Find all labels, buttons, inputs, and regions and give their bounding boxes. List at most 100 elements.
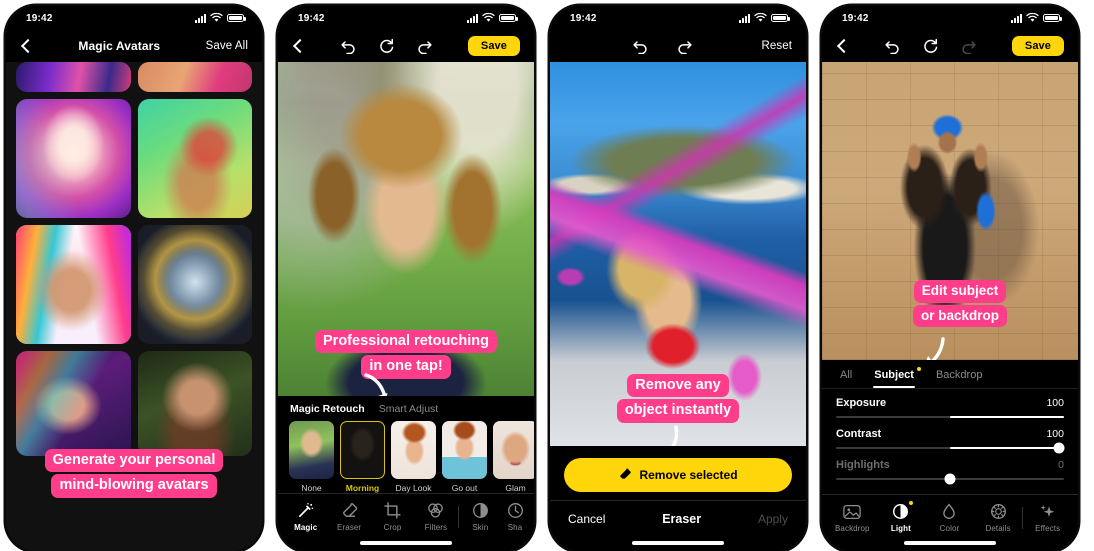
nav-bar-eraser: Reset: [550, 30, 806, 62]
sparkle-icon: [1023, 502, 1072, 521]
preset-morning[interactable]: Morning: [340, 421, 385, 493]
slider-knob[interactable]: [1053, 442, 1065, 454]
cellular-signal-icon: [195, 13, 206, 23]
avatar-tile[interactable]: [137, 225, 252, 344]
undo-icon[interactable]: [337, 35, 359, 57]
avatar-tile[interactable]: [16, 62, 131, 92]
preset-label: Glam: [505, 483, 526, 493]
cellular-signal-icon: [739, 13, 750, 23]
slider-exposure[interactable]: Exposure 100: [836, 397, 1064, 418]
photo-preview-eraser[interactable]: Remove any object instantly: [550, 62, 806, 446]
apply-button[interactable]: Apply: [758, 512, 788, 526]
save-button[interactable]: Save: [1011, 36, 1064, 56]
tab-all[interactable]: All: [836, 369, 863, 388]
cellular-signal-icon: [467, 13, 478, 23]
tab-eraser[interactable]: Eraser: [327, 501, 370, 532]
phone-magic-avatars: 19:42 Magic Avatars Save All Generate yo…: [6, 0, 262, 551]
shape-icon: [502, 501, 528, 520]
tab-filters[interactable]: Filters: [414, 501, 457, 532]
redo-icon[interactable]: [674, 35, 696, 57]
tab-smart-adjust[interactable]: Smart Adjust: [379, 403, 439, 415]
phone-magic-retouch: 19:42 Save Professional retouching in on…: [278, 0, 534, 551]
eraser-icon: [327, 501, 370, 520]
tab-shape[interactable]: Sha: [502, 501, 528, 532]
retouch-tab-group: Magic Retouch Smart Adjust: [278, 403, 534, 421]
status-time: 19:42: [298, 12, 325, 24]
avatar-grid: [6, 62, 262, 551]
avatar-tile[interactable]: [16, 99, 131, 218]
tab-label: Skin: [472, 523, 489, 532]
retouch-panel: Magic Retouch Smart Adjust None Morning …: [278, 396, 534, 551]
status-bar: 19:42: [550, 6, 806, 30]
photo-preview-retouch[interactable]: Professional retouching in one tap!: [278, 62, 534, 396]
tab-crop[interactable]: Crop: [371, 501, 414, 532]
tab-label: Backdrop: [834, 524, 870, 533]
slider-track[interactable]: [836, 416, 1064, 418]
status-bar: 19:42: [822, 6, 1078, 30]
tab-skin[interactable]: Skin: [459, 501, 502, 532]
avatar-tile[interactable]: [16, 351, 131, 456]
slider-value: 100: [1046, 397, 1064, 409]
redo-icon[interactable]: [413, 35, 435, 57]
slider-label: Highlights: [836, 459, 890, 471]
tab-label: Color: [939, 524, 960, 533]
cellular-signal-icon: [1011, 13, 1022, 23]
tab-backdrop[interactable]: Backdrop: [925, 369, 993, 388]
preset-label: None: [301, 483, 322, 493]
avatar-tile[interactable]: [137, 99, 252, 218]
remove-selected-button[interactable]: Remove selected: [564, 458, 792, 492]
tab-label: Details: [985, 524, 1011, 533]
cancel-button[interactable]: Cancel: [568, 512, 605, 526]
status-time: 19:42: [842, 12, 869, 24]
tab-color[interactable]: Color: [925, 502, 974, 533]
reset-button[interactable]: Reset: [761, 40, 792, 52]
preset-day-look[interactable]: Day Look: [391, 421, 436, 493]
tab-magic-retouch[interactable]: Magic Retouch: [290, 403, 365, 415]
remove-selected-label: Remove selected: [639, 468, 738, 482]
slider-track[interactable]: [836, 442, 1065, 454]
save-button[interactable]: Save: [467, 36, 520, 56]
tab-light[interactable]: Light: [877, 501, 926, 533]
home-indicator: [278, 535, 534, 551]
slider-value: 0: [1058, 459, 1064, 471]
tab-label: Sha: [507, 523, 523, 532]
avatar-tile[interactable]: [137, 351, 252, 456]
undo-icon[interactable]: [881, 35, 903, 57]
tab-effects[interactable]: Effects: [1023, 502, 1072, 533]
slider-contrast[interactable]: Contrast 100: [836, 428, 1065, 454]
eraser-footer: Cancel Eraser Apply: [550, 500, 806, 535]
status-time: 19:42: [26, 12, 53, 24]
callout-arrow-icon: [364, 373, 388, 396]
light-icon: [877, 502, 926, 521]
filters-icon: [414, 501, 457, 520]
reset-icon[interactable]: [375, 35, 397, 57]
preset-list: None Morning Day Look Go out Glam: [278, 421, 534, 493]
phone-eraser: 19:42 Reset Remove any object instantly …: [550, 0, 806, 551]
home-indicator: [822, 535, 1078, 551]
slider-knob[interactable]: [944, 473, 956, 485]
tab-backdrop-tool[interactable]: Backdrop: [828, 502, 877, 533]
preset-none[interactable]: None: [289, 421, 334, 493]
preset-glam[interactable]: Glam: [493, 421, 534, 493]
save-all-button[interactable]: Save All: [206, 40, 248, 52]
tab-magic[interactable]: Magic: [284, 501, 327, 532]
avatar-tile[interactable]: [16, 225, 131, 344]
tab-details[interactable]: Details: [974, 502, 1023, 533]
preset-go-out[interactable]: Go out: [442, 421, 487, 493]
photo-preview-adjust[interactable]: Edit subject or backdrop: [822, 62, 1078, 360]
adjustment-sliders: Exposure 100 Contrast 100 Highlights 0: [822, 389, 1078, 494]
nav-bar-retouch: Save: [278, 30, 534, 62]
tab-subject-label: Subject: [874, 369, 914, 381]
avatar-tile[interactable]: [137, 62, 252, 92]
bottom-tab-bar-adjust: Backdrop Light Color Details Effects: [822, 494, 1078, 535]
details-icon: [974, 502, 1023, 521]
scope-tab-group: All Subject Backdrop: [822, 360, 1078, 389]
slider-highlights[interactable]: Highlights 0: [836, 459, 1064, 485]
tab-subject[interactable]: Subject: [863, 367, 925, 388]
reset-icon[interactable]: [919, 35, 941, 57]
wifi-icon: [210, 13, 223, 22]
undo-icon[interactable]: [630, 35, 652, 57]
wifi-icon: [482, 13, 495, 22]
slider-track[interactable]: [836, 473, 1064, 485]
battery-icon: [771, 13, 790, 23]
